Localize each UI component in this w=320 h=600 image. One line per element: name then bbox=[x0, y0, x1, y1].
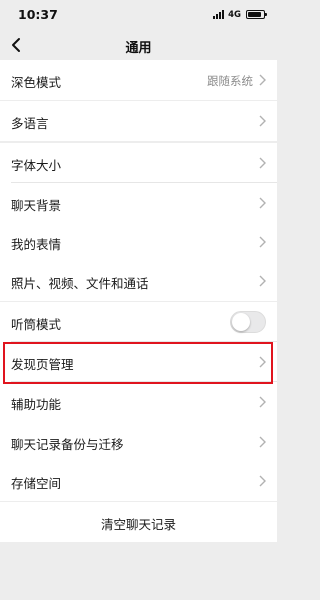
earpiece-mode-toggle[interactable] bbox=[230, 311, 266, 333]
chat-background-row[interactable]: 聊天背景 bbox=[0, 183, 277, 223]
chevron-right-icon bbox=[259, 74, 266, 86]
network-type: 4G bbox=[228, 9, 241, 20]
status-indicators: 4G bbox=[213, 9, 267, 20]
media-files-row[interactable]: 照片、视频、文件和通话 bbox=[0, 261, 277, 301]
chevron-right-icon bbox=[259, 115, 266, 127]
storage-row[interactable]: 存储空间 bbox=[0, 461, 277, 501]
status-time: 10:37 bbox=[18, 7, 58, 22]
toggle-knob bbox=[232, 313, 250, 331]
my-stickers-row[interactable]: 我的表情 bbox=[0, 222, 277, 262]
chat-backup-label: 聊天记录备份与迁移 bbox=[11, 437, 124, 452]
page-title: 通用 bbox=[125, 41, 152, 56]
chevron-right-icon bbox=[259, 396, 266, 408]
earpiece-mode-label: 听筒模式 bbox=[11, 317, 62, 332]
chevron-right-icon bbox=[259, 197, 266, 209]
discover-management-row[interactable]: 发现页管理 bbox=[0, 342, 277, 382]
chat-backup-row[interactable]: 聊天记录备份与迁移 bbox=[0, 422, 277, 462]
accessibility-row[interactable]: 辅助功能 bbox=[0, 382, 277, 422]
chevron-right-icon bbox=[259, 475, 266, 487]
chevron-right-icon bbox=[259, 436, 266, 448]
dark-mode-value: 跟随系统 bbox=[207, 74, 253, 88]
dark-mode-row[interactable]: 深色模式 跟随系统 bbox=[0, 60, 277, 100]
language-row[interactable]: 多语言 bbox=[0, 101, 277, 141]
language-label: 多语言 bbox=[11, 116, 49, 131]
chevron-right-icon bbox=[259, 356, 266, 368]
dark-mode-label: 深色模式 bbox=[11, 75, 62, 90]
battery-icon bbox=[246, 10, 267, 19]
status-bar: 10:37 4G bbox=[0, 0, 277, 28]
chat-background-label: 聊天背景 bbox=[11, 198, 62, 213]
media-files-label: 照片、视频、文件和通话 bbox=[11, 276, 149, 291]
clear-history-label: 清空聊天记录 bbox=[100, 517, 176, 532]
my-stickers-label: 我的表情 bbox=[11, 237, 62, 252]
discover-management-label: 发现页管理 bbox=[11, 357, 74, 372]
earpiece-mode-row: 听筒模式 bbox=[0, 302, 277, 342]
signal-icon bbox=[213, 10, 225, 19]
chevron-right-icon bbox=[259, 157, 266, 169]
accessibility-label: 辅助功能 bbox=[11, 397, 62, 412]
font-size-label: 字体大小 bbox=[11, 158, 62, 173]
font-size-row[interactable]: 字体大小 bbox=[0, 143, 277, 183]
battery-level bbox=[248, 12, 261, 17]
storage-label: 存储空间 bbox=[11, 476, 62, 491]
chevron-right-icon bbox=[259, 275, 266, 287]
navigation-bar: 通用 bbox=[0, 28, 277, 62]
clear-history-button[interactable]: 清空聊天记录 bbox=[0, 502, 277, 542]
chevron-right-icon bbox=[259, 236, 266, 248]
